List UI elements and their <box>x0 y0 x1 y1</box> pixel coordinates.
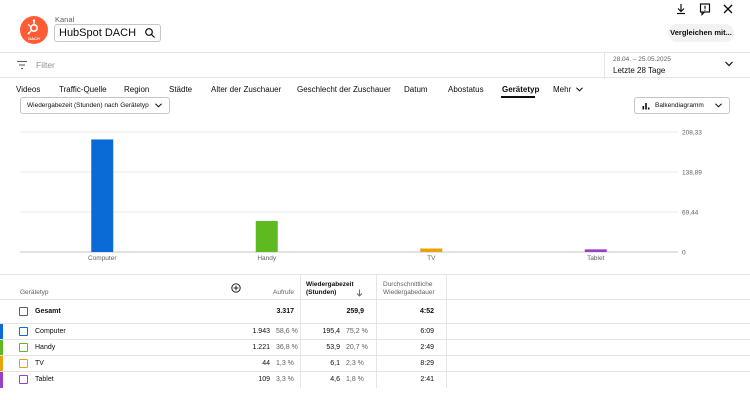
avg-duration-value: 4:52 <box>419 308 434 315</box>
header: DACH Kanal HubSpot DACH Vergleichen mit.… <box>0 0 750 52</box>
row-label: Handy <box>35 344 56 351</box>
tab-more-label: Mehr <box>553 85 572 94</box>
views-value: 3.317 <box>276 308 294 315</box>
bar-computer <box>91 139 114 252</box>
watch-time-percent: 1,8 % <box>346 376 364 383</box>
watch-time-value: 195,4 <box>322 328 340 335</box>
feedback-icon[interactable] <box>698 2 712 16</box>
views-value: 44 <box>262 360 270 367</box>
tab-subscription-status[interactable]: Abostatus <box>448 85 484 94</box>
avg-duration-value: 2:49 <box>420 344 434 351</box>
filter-bar: Filter 28.04. – 25.05.2025 Letzte 28 Tag… <box>0 52 750 79</box>
row-label: Computer <box>35 328 66 335</box>
x-tick-label: Computer <box>88 255 117 262</box>
close-icon[interactable] <box>721 2 735 16</box>
table-row[interactable]: Handy 1.221 36,8 % 53,9 20,7 % 2:49 <box>0 339 750 356</box>
filter-icon[interactable] <box>16 60 28 70</box>
y-tick-label: 138,89 <box>682 170 702 177</box>
channel-name: HubSpot DACH <box>59 27 137 39</box>
tab-date[interactable]: Datum <box>404 85 428 94</box>
filter-input[interactable]: Filter <box>36 60 55 70</box>
tab-more[interactable]: Mehr <box>553 85 584 94</box>
tab-viewer-gender[interactable]: Geschlecht der Zuschauer <box>297 85 391 94</box>
tab-region[interactable]: Region <box>124 85 149 94</box>
views-value: 1.943 <box>252 328 270 335</box>
col-header-watch-time[interactable]: Wiedergabezeit (Stunden) <box>306 281 358 297</box>
watch-time-value: 53,9 <box>326 344 340 351</box>
views-value: 1.221 <box>252 344 270 351</box>
views-value: 109 <box>258 376 270 383</box>
search-icon <box>145 28 155 38</box>
x-tick-label: TV <box>427 255 436 262</box>
chevron-down-icon <box>725 61 733 67</box>
col-header-avg-duration[interactable]: Durchschnittliche Wiedergabedauer <box>383 281 445 297</box>
date-period-label: Letzte 28 Tage <box>613 66 666 75</box>
row-checkbox[interactable] <box>19 327 28 336</box>
download-icon[interactable] <box>674 2 688 16</box>
row-label: Gesamt <box>35 308 61 315</box>
series-color-bar <box>0 324 3 340</box>
channel-search-field[interactable]: HubSpot DACH <box>54 24 162 42</box>
watch-time-percent: 20,7 % <box>346 344 368 351</box>
series-color-bar <box>0 340 3 356</box>
row-label: Tablet <box>35 376 54 383</box>
row-label: TV <box>35 360 44 367</box>
series-color-bar <box>0 372 3 388</box>
watch-time-value: 4,6 <box>330 376 340 383</box>
watch-time-percent: 2,3 % <box>346 360 364 367</box>
date-range-picker[interactable]: 28.04. – 25.05.2025 Letzte 28 Tage <box>604 53 750 79</box>
tab-viewer-age[interactable]: Alter der Zuschauer <box>211 85 281 94</box>
y-tick-label: 0 <box>682 250 686 257</box>
bar-chart-icon <box>642 103 650 110</box>
row-checkbox[interactable] <box>19 359 28 368</box>
active-tab-indicator <box>501 96 535 98</box>
tab-videos[interactable]: Videos <box>16 85 40 94</box>
chevron-down-icon <box>155 103 162 108</box>
table-row-total: Gesamt 3.317 259,9 4:52 <box>0 299 750 323</box>
table-divider <box>0 274 750 275</box>
row-checkbox[interactable] <box>19 375 28 384</box>
logo-text: DACH <box>28 36 40 41</box>
bar-tablet <box>584 249 607 252</box>
metric-dropdown-label: Wiedergabezeit (Stunden) nach Gerätetyp <box>27 102 149 109</box>
y-tick-label: 69,44 <box>682 210 699 217</box>
watch-time-value: 259,9 <box>346 308 364 315</box>
date-range-text: 28.04. – 25.05.2025 <box>613 56 671 63</box>
device-type-bar-chart: 208,33 138,89 69,44 0 Computer Handy TV Tablet <box>20 130 702 262</box>
avg-duration-value: 2:41 <box>420 376 434 383</box>
bar-tv <box>420 248 443 252</box>
total-checkbox[interactable] <box>19 307 28 316</box>
row-checkbox[interactable] <box>19 343 28 352</box>
chart-type-label: Balkendiagramm <box>655 102 704 109</box>
col-header-views[interactable]: Aufrufe <box>230 289 294 297</box>
tab-cities[interactable]: Städte <box>169 85 192 94</box>
table-row[interactable]: TV 44 1,3 % 6,1 2,3 % 8:29 <box>0 355 750 372</box>
chevron-down-icon <box>576 87 584 92</box>
x-tick-label: Tablet <box>587 255 605 262</box>
tab-traffic-source[interactable]: Traffic-Quelle <box>59 85 107 94</box>
metric-dropdown[interactable]: Wiedergabezeit (Stunden) nach Gerätetyp <box>20 97 170 114</box>
y-tick-label: 208,33 <box>682 130 702 137</box>
watch-time-value: 6,1 <box>330 360 340 367</box>
x-tick-label: Handy <box>257 255 277 262</box>
channel-logo: DACH <box>20 16 48 44</box>
tab-device-type[interactable]: Gerätetyp <box>502 85 539 94</box>
series-color-bar <box>0 356 3 372</box>
avg-duration-value: 8:29 <box>420 360 434 367</box>
sort-descending-icon[interactable] <box>356 289 363 297</box>
bar-handy <box>255 220 278 252</box>
chart-type-dropdown[interactable]: Balkendiagramm <box>634 97 730 114</box>
chevron-down-icon <box>715 103 722 108</box>
watch-time-percent: 75,2 % <box>346 328 368 335</box>
channel-label: Kanal <box>55 15 75 24</box>
table-row[interactable]: Computer 1.943 58,6 % 195,4 75,2 % 6:09 <box>0 323 750 340</box>
avg-duration-value: 6:09 <box>420 328 434 335</box>
compare-button[interactable]: Vergleichen mit... <box>668 24 734 42</box>
col-header-device-type[interactable]: Gerätetyp <box>20 289 49 297</box>
table-row[interactable]: Tablet 109 3,3 % 4,6 1,8 % 2:41 <box>0 371 750 388</box>
